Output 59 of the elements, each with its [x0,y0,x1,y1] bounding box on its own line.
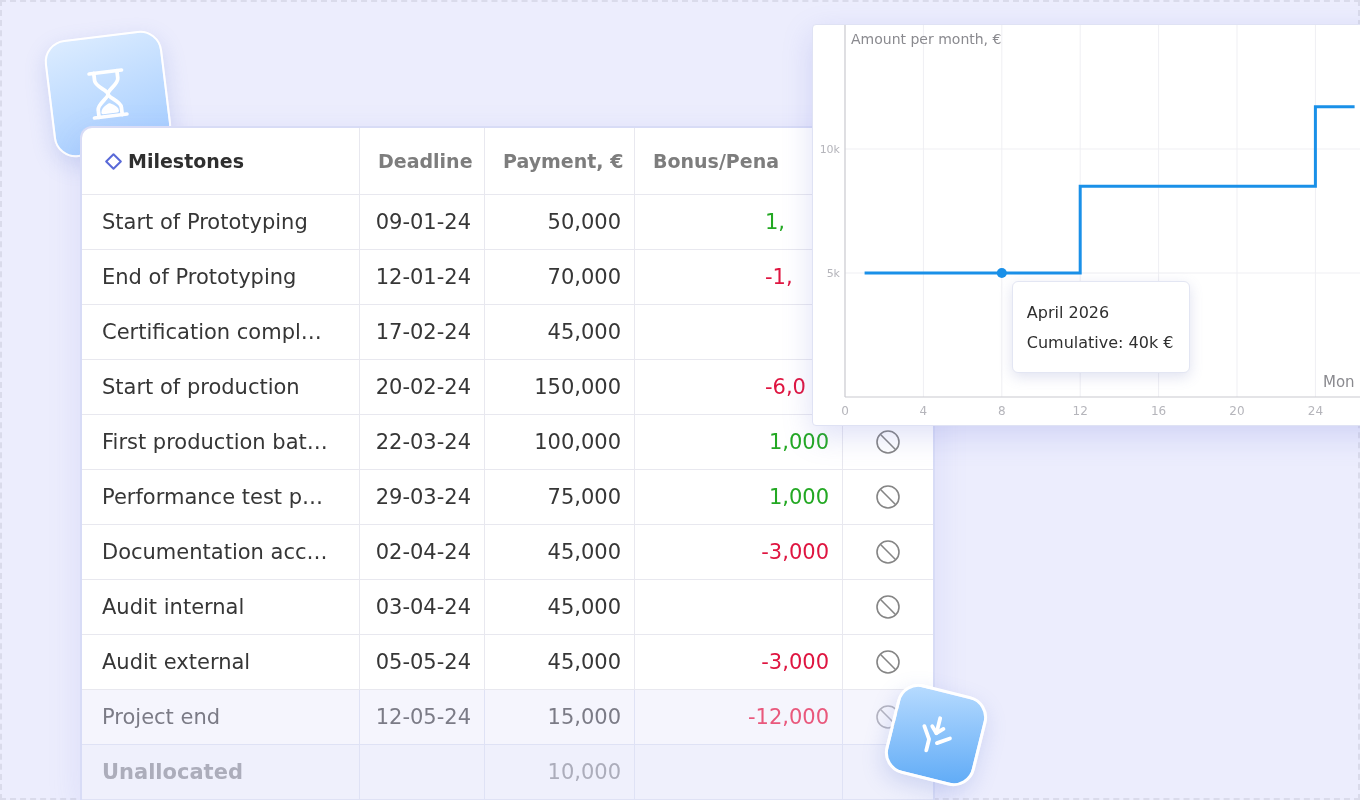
tick-label: 8 [998,404,1006,418]
bonus-amount: -3,000 [761,540,829,564]
deadline-date: 02-04-24 [375,540,471,564]
payment-amount: 15,000 [547,705,621,729]
bonus-amount: -12,000 [747,705,829,729]
payment-amount: 100,000 [534,430,621,454]
payment-amount: 75,000 [547,485,621,509]
axis-title: Mon [1323,373,1355,391]
milestone-name: Audit external [102,650,251,674]
deadline-date: 03-04-24 [375,595,471,619]
bonus-amount: 1,000 [768,485,829,509]
deadline-date: 09-01-24 [375,210,471,234]
bonus-amount: 1, [765,210,786,234]
column-header: Bonus/Pena [653,150,779,172]
milestone-name: First production bat… [102,430,328,454]
payment-amount: 45,000 [547,540,621,564]
bonus-amount: 1,000 [768,430,829,454]
deadline-date: 17-02-24 [375,320,471,344]
deadline-date: 05-05-24 [375,650,471,674]
tick-label: 5k [826,267,840,280]
payment-amount: 45,000 [547,650,621,674]
deadline-date: 12-05-24 [375,705,471,729]
column-header: Milestones [128,150,244,172]
highlighted-point [996,268,1007,278]
payment-amount: 70,000 [547,265,621,289]
bonus-amount: -1, [765,265,793,289]
milestone-name: Documentation acc… [102,540,328,564]
tick-label: 16 [1150,404,1167,418]
column-header: Deadline [378,150,473,172]
bonus-amount: -3,000 [761,650,829,674]
payment-amount: 45,000 [547,595,621,619]
milestone-name: Start of Prototyping [102,210,308,234]
tick-label: 12 [1072,404,1088,418]
diamond-icon [105,152,122,170]
deadline-date: 12-01-24 [375,265,471,289]
milestone-name: Start of production [102,375,300,399]
tick-label: 0 [841,404,849,418]
milestone-name: Certification compl… [102,320,322,344]
tick-label: 10k [819,143,840,156]
tooltip-value: Cumulative: 40k € [1026,332,1174,354]
payment-amount: 50,000 [547,210,621,234]
payment-amount: 10,000 [547,760,621,784]
deadline-date: 22-03-24 [375,430,471,454]
payment-amount: 45,000 [547,320,621,344]
tick-label: 4 [919,404,928,418]
deadline-date: 20-02-24 [375,375,471,399]
milestone-name: Performance test p… [102,485,324,509]
deadline-date: 29-03-24 [375,485,471,509]
tooltip-title: April 2026 [1026,302,1111,324]
tick-label: 24 [1307,404,1324,418]
payment-amount: 150,000 [534,375,621,399]
bonus-amount: -6,0 [765,375,806,399]
tick-label: 20 [1229,404,1245,418]
milestone-name: Audit internal [102,595,245,619]
milestone-name: Project end [102,705,221,729]
milestone-name: End of Prototyping [102,265,297,289]
summary-label: Unallocated [102,760,243,784]
axis-title: Amount per month, € [851,31,1002,47]
column-header: Payment, € [503,150,624,172]
